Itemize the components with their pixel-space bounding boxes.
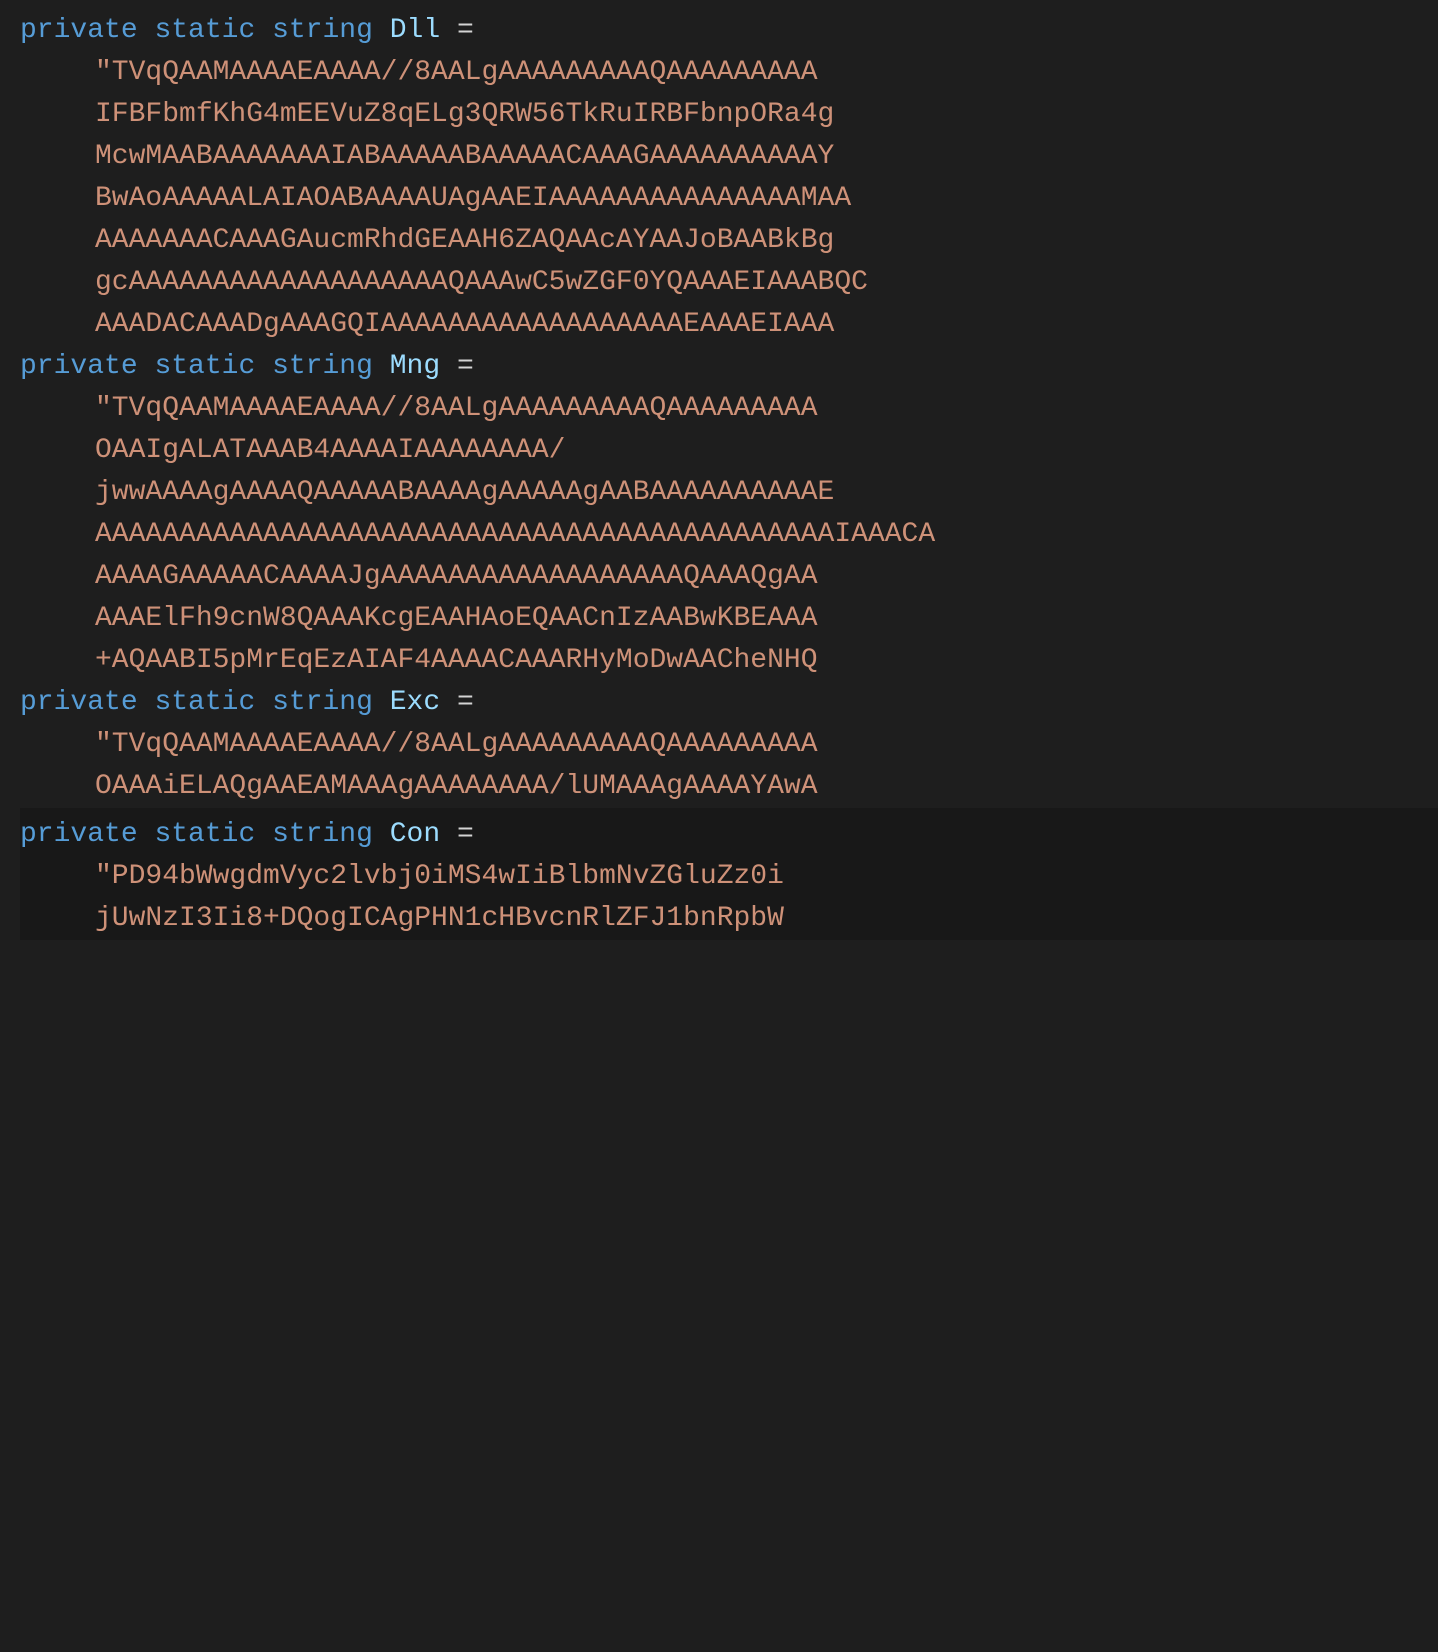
- string-content-line: jUwNzI3Ii8+DQogICAgPHN1cHBvcnRlZFJ1bnRpb…: [20, 898, 1438, 940]
- string-content-line: jwwAAAAgAAAAQAAAAABAAAAgAAAAAgAABAAAAAAA…: [20, 472, 1438, 514]
- operator-equals: =: [457, 15, 474, 46]
- keyword-private: private: [20, 15, 138, 46]
- string-content-line: McwMAABAAAAAAAIABAAAAABAAAAACAAAGAAAAAAA…: [20, 136, 1438, 178]
- keyword-private: private: [20, 819, 138, 850]
- string-content-line: "TVqQAAMAAAAEAAAA//8AALgAAAAAAAAAQAAAAAA…: [20, 724, 1438, 766]
- code-line: private static string Dll =: [20, 10, 1438, 52]
- keyword-string: string: [272, 819, 373, 850]
- keyword-static: static: [154, 819, 255, 850]
- operator-equals: =: [457, 687, 474, 718]
- keyword-string: string: [272, 351, 373, 382]
- string-content-line: "TVqQAAMAAAAEAAAA//8AALgAAAAAAAAAQAAAAAA…: [20, 388, 1438, 430]
- code-line: private static string Con =: [20, 814, 1438, 856]
- code-line: private static string Exc =: [20, 682, 1438, 724]
- string-content-line: OAAAiELAQgAAEAMAAAgAAAAAAAA/lUMAAAgAAAAY…: [20, 766, 1438, 808]
- string-content-line: IFBFbmfKhG4mEEVuZ8qELg3QRW56TkRuIRBFbnpO…: [20, 94, 1438, 136]
- string-content-line: "TVqQAAMAAAAEAAAA//8AALgAAAAAAAAAQAAAAAA…: [20, 52, 1438, 94]
- string-content-line: gcAAAAAAAAAAAAAAAAAAAQAAAwC5wZGF0YQAAAEI…: [20, 262, 1438, 304]
- keyword-static: static: [154, 351, 255, 382]
- operator-equals: =: [457, 351, 474, 382]
- string-content-line: AAAAAAAAAAAAAAAAAAAAAAAAAAAAAAAAAAAAAAAA…: [20, 514, 1438, 556]
- variable-declaration-mng: private static string Mng = "TVqQAAMAAAA…: [20, 346, 1438, 682]
- code-line: private static string Mng =: [20, 346, 1438, 388]
- string-content-line: AAAAGAAAAACAAAAJgAAAAAAAAAAAAAAAAAAQAAAQ…: [20, 556, 1438, 598]
- operator-equals: =: [457, 819, 474, 850]
- string-content-line: OAAIgALATAAAB4AAAAIAAAAAAAA/: [20, 430, 1438, 472]
- keyword-static: static: [154, 15, 255, 46]
- variable-declaration-con: private static string Con = "PD94bWwgdmV…: [20, 808, 1438, 940]
- keyword-string: string: [272, 687, 373, 718]
- variable-name: Exc: [390, 687, 440, 718]
- string-content-line: AAAAAAACAAAGAucmRhdGEAAH6ZAQAAcAYAAJoBAA…: [20, 220, 1438, 262]
- string-content-line: +AQAABI5pMrEqEzAIAF4AAAACAAARHyMoDwAAChe…: [20, 640, 1438, 682]
- variable-name: Con: [390, 819, 440, 850]
- keyword-private: private: [20, 687, 138, 718]
- keyword-string: string: [272, 15, 373, 46]
- variable-declaration-dll: private static string Dll = "TVqQAAMAAAA…: [20, 10, 1438, 346]
- string-content-line: AAADACAAADgAAAGQIAAAAAAAAAAAAAAAAAAEAAAE…: [20, 304, 1438, 346]
- string-content-line: AAAElFh9cnW8QAAAKcgEAAHAoEQAACnIzAABwKBE…: [20, 598, 1438, 640]
- variable-name: Dll: [390, 15, 440, 46]
- variable-name: Mng: [390, 351, 440, 382]
- string-content-line: BwAoAAAAALAIAOABAAAAUAgAAEIAAAAAAAAAAAAA…: [20, 178, 1438, 220]
- keyword-private: private: [20, 351, 138, 382]
- variable-declaration-exc: private static string Exc = "TVqQAAMAAAA…: [20, 682, 1438, 808]
- string-content-line: "PD94bWwgdmVyc2lvbj0iMS4wIiBlbmNvZGluZz0…: [20, 856, 1438, 898]
- keyword-static: static: [154, 687, 255, 718]
